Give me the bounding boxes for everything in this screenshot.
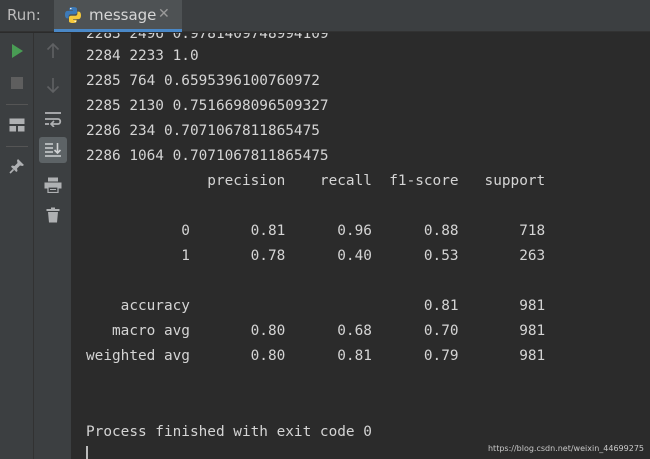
toolbar-divider bbox=[6, 104, 28, 105]
print-icon[interactable] bbox=[41, 173, 65, 197]
soft-wrap-icon[interactable] bbox=[41, 107, 65, 131]
close-icon[interactable]: ✕ bbox=[158, 6, 170, 22]
layout-icon[interactable] bbox=[5, 113, 29, 137]
run-icon[interactable] bbox=[5, 39, 29, 63]
console-line: 2284 2233 1.0 bbox=[86, 48, 199, 64]
pin-icon[interactable] bbox=[5, 154, 29, 178]
console-line: 2285 2130 0.7516698096509327 bbox=[86, 98, 329, 114]
run-label: Run: bbox=[7, 6, 41, 24]
stop-icon[interactable] bbox=[5, 71, 29, 95]
up-arrow-icon[interactable] bbox=[41, 39, 65, 63]
run-toolbar-secondary bbox=[34, 33, 72, 459]
console-line: 2285 764 0.6595396100760972 bbox=[86, 73, 320, 89]
python-icon bbox=[64, 6, 82, 24]
report-row-class-0: 0 0.81 0.96 0.88 718 bbox=[86, 223, 546, 239]
console-output[interactable]: 2283 2496 0.9781409748994109 2284 2233 1… bbox=[72, 33, 650, 459]
console-line: 2283 2496 0.9781409748994109 bbox=[86, 33, 329, 42]
report-row-class-1: 1 0.78 0.40 0.53 263 bbox=[86, 248, 546, 264]
tab-message[interactable]: message ✕ bbox=[54, 0, 182, 32]
console-line: 2286 1064 0.7071067811865475 bbox=[86, 148, 329, 164]
report-row-accuracy: accuracy 0.81 981 bbox=[86, 298, 546, 314]
watermark: https://blog.csdn.net/weixin_44699275 bbox=[487, 444, 644, 453]
scroll-to-end-icon[interactable] bbox=[39, 137, 67, 163]
down-arrow-icon[interactable] bbox=[41, 73, 65, 97]
report-header-line: precision recall f1-score support bbox=[86, 173, 546, 189]
tab-title: message bbox=[89, 6, 157, 24]
report-row-weighted-avg: weighted avg 0.80 0.81 0.79 981 bbox=[86, 348, 546, 364]
trash-icon[interactable] bbox=[41, 203, 65, 227]
run-toolbar-primary bbox=[0, 33, 34, 459]
toolbar-divider bbox=[6, 146, 28, 147]
console-line: 2286 234 0.7071067811865475 bbox=[86, 123, 320, 139]
run-toolwindow-header: Run: message ✕ bbox=[0, 0, 650, 32]
report-row-macro-avg: macro avg 0.80 0.68 0.70 981 bbox=[86, 323, 546, 339]
process-exit-message: Process finished with exit code 0 bbox=[86, 424, 372, 440]
text-caret bbox=[86, 446, 88, 459]
